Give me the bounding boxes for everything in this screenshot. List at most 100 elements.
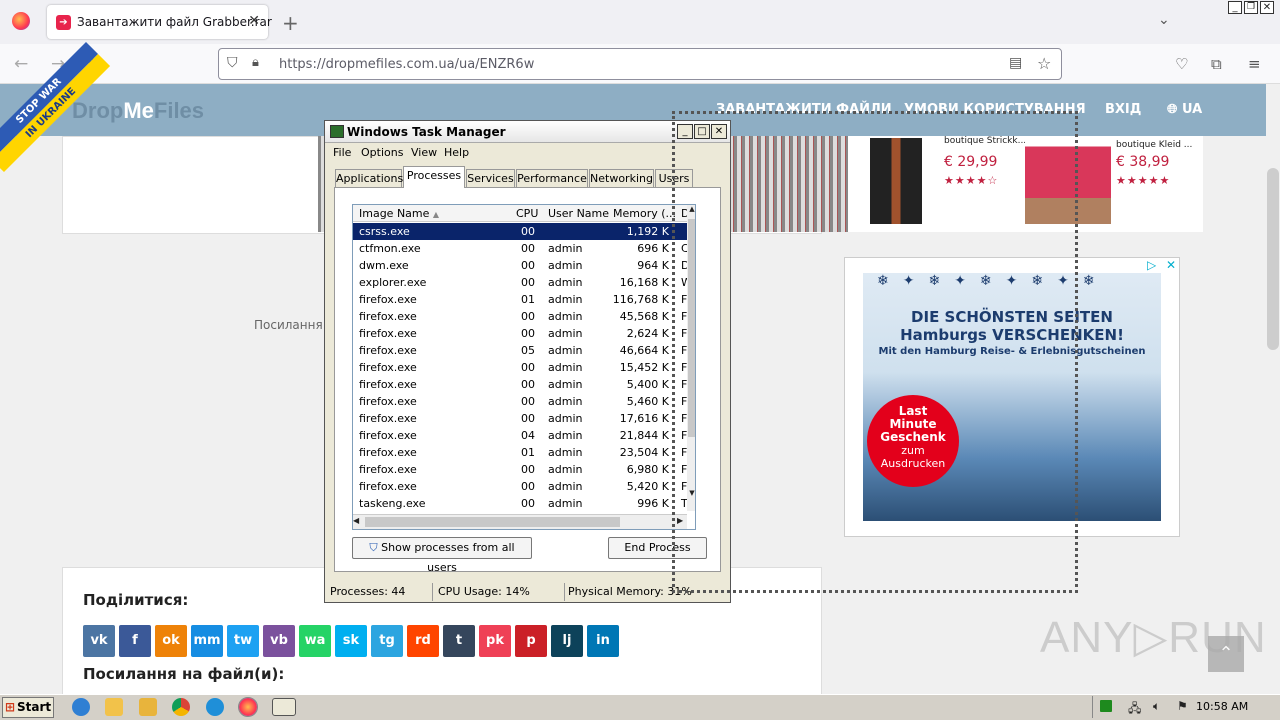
list-tabs-icon[interactable]: ⌄ <box>1158 12 1170 28</box>
process-row[interactable]: firefox.exe 00 admin 15,452 K Fi <box>353 359 690 376</box>
tab-performance[interactable]: Performance <box>516 169 588 187</box>
lock-icon[interactable]: 🔒︎ <box>252 55 259 70</box>
menu-login[interactable]: ВХІД <box>1105 102 1141 117</box>
minimize-icon[interactable]: _ <box>1228 1 1242 14</box>
task-manager-window[interactable]: Windows Task Manager _ □ ✕ File Options … <box>324 120 731 603</box>
process-row[interactable]: csrss.exe 00 1,192 K <box>353 223 687 240</box>
reader-view-icon[interactable]: ▤ <box>1009 55 1022 71</box>
social-button-vb[interactable]: vb <box>263 625 295 657</box>
social-button-in[interactable]: in <box>587 625 619 657</box>
edge-icon[interactable] <box>206 698 224 716</box>
pocket-icon[interactable]: ♡ <box>1175 54 1188 74</box>
product-title[interactable]: boutique Kleid ... <box>1116 140 1192 150</box>
tab-services[interactable]: Services <box>466 169 515 187</box>
social-button-pk[interactable]: pk <box>479 625 511 657</box>
process-row[interactable]: explorer.exe00admin16,168 KW <box>353 274 692 291</box>
extensions-icon[interactable]: ⧉ <box>1211 54 1222 74</box>
social-button-lj[interactable]: lj <box>551 625 583 657</box>
process-row[interactable]: firefox.exe 04 admin 21,844 K Fi <box>353 427 690 444</box>
globe-icon: 🌐︎ <box>1167 102 1182 117</box>
site-logo[interactable]: DropMeFiles <box>72 98 204 124</box>
volume-icon[interactable]: 🔈︎ <box>1153 699 1160 714</box>
process-name: firefox.exe <box>359 395 417 408</box>
social-button-tg[interactable]: tg <box>371 625 403 657</box>
new-tab-icon[interactable]: + <box>282 11 299 35</box>
media-player-icon[interactable] <box>139 698 157 716</box>
task-manager-taskbar-icon[interactable] <box>272 698 296 716</box>
scroll-top-button[interactable]: ⌃ <box>1208 636 1244 672</box>
scrollbar-thumb[interactable] <box>1267 168 1279 350</box>
restore-icon[interactable]: ❐ <box>1244 1 1258 14</box>
process-row[interactable]: firefox.exe 00 admin 6,980 K Fi <box>353 461 690 478</box>
process-row[interactable]: firefox.exe 00 admin 2,624 K Fi <box>353 325 690 342</box>
social-button-p[interactable]: p <box>515 625 547 657</box>
url-text[interactable]: https://dropmefiles.com.ua/ua/ENZR6w <box>279 57 534 72</box>
bookmark-star-icon[interactable]: ☆ <box>1037 54 1051 73</box>
menu-bar: File Options View Help <box>325 143 730 163</box>
adchoices-icon[interactable]: ▷ <box>1147 258 1156 272</box>
tab-processes[interactable]: Processes <box>403 166 465 188</box>
col-image-name[interactable]: Image Name ▲ <box>359 207 439 220</box>
firefox-icon[interactable] <box>12 12 30 30</box>
process-row[interactable]: firefox.exe 00 admin 5,420 K Fi <box>353 478 690 495</box>
social-button-vk[interactable]: vk <box>83 625 115 657</box>
process-row[interactable]: dwm.exe 00 admin 964 KD <box>353 257 689 274</box>
process-row[interactable]: firefox.exe 00 admin 17,616 K Fi <box>353 410 690 427</box>
menu-file[interactable]: File <box>333 146 351 159</box>
clock[interactable]: 10:58 AM <box>1196 700 1248 713</box>
process-row[interactable]: firefox.exe 01 admin 23,504 K Fi <box>353 444 690 461</box>
process-row[interactable]: taskeng.exe 00 admin 996 KT <box>353 495 688 512</box>
language-label: UA <box>1181 102 1203 117</box>
status-bar: Processes: 44 CPU Usage: 14% Physical Me… <box>328 583 728 601</box>
ie-icon[interactable] <box>72 698 90 716</box>
process-user: admin <box>548 412 583 425</box>
col-cpu[interactable]: CPU <box>516 207 538 220</box>
process-row[interactable]: firefox.exe 00 admin 5,460 K Fi <box>353 393 690 410</box>
menu-language[interactable]: 🌐︎ UA <box>1167 102 1202 117</box>
process-row[interactable]: firefox.exe 01 admin 116,768 K Fi <box>353 291 690 308</box>
folder-icon[interactable] <box>105 698 123 716</box>
col-user-name[interactable]: User Name <box>548 207 609 220</box>
social-button-rd[interactable]: rd <box>407 625 439 657</box>
social-button-sk[interactable]: sk <box>335 625 367 657</box>
menu-options[interactable]: Options <box>361 146 403 159</box>
shield-icon[interactable]: ⛉ <box>227 55 238 71</box>
process-row[interactable]: ctfmon.exe 00 admin 696 KC <box>353 240 689 257</box>
ad-close-icon[interactable]: ✕ <box>1166 258 1176 272</box>
menu-icon[interactable]: ≡ <box>1248 54 1261 74</box>
title-bar[interactable]: Windows Task Manager _ □ ✕ <box>325 121 730 143</box>
url-bar[interactable]: ⛉ 🔒︎ https://dropmefiles.com.ua/ua/ENZR6… <box>218 48 1062 80</box>
col-memory[interactable]: Memory (... <box>613 207 676 220</box>
close-window-icon[interactable]: ✕ <box>1260 1 1274 14</box>
menu-view[interactable]: View <box>411 146 437 159</box>
social-button-ok[interactable]: ok <box>155 625 187 657</box>
process-row[interactable]: firefox.exe 00 admin 45,568 K Fi <box>353 308 690 325</box>
menu-help[interactable]: Help <box>444 146 469 159</box>
chrome-icon[interactable] <box>172 698 190 716</box>
list-hscroll-thumb[interactable] <box>365 517 620 527</box>
tray-green-icon[interactable] <box>1100 700 1112 712</box>
firefox-taskbar-icon[interactable] <box>238 697 258 717</box>
flag-icon[interactable]: ⚑ <box>1177 699 1188 713</box>
process-list[interactable]: Image Name ▲ CPU User Name Memory (... D… <box>352 204 696 530</box>
back-icon[interactable]: ← <box>14 54 28 74</box>
process-memory: 116,768 K <box>612 293 669 306</box>
social-button-f[interactable]: f <box>119 625 151 657</box>
tab-networking[interactable]: Networking <box>589 169 654 187</box>
show-all-processes-button[interactable]: ⛉ Show processes from all users <box>352 537 532 574</box>
scroll-left-icon[interactable]: ◀ <box>353 516 363 525</box>
list-horizontal-scrollbar[interactable]: ◀ ▶ <box>353 514 687 529</box>
start-button[interactable]: ⊞ Start <box>2 697 54 718</box>
process-row[interactable]: firefox.exe 00 admin 5,400 K Fi <box>353 376 690 393</box>
social-button-mm[interactable]: mm <box>191 625 223 657</box>
network-icon[interactable]: 🖧︎ <box>1128 699 1141 720</box>
social-button-wa[interactable]: wa <box>299 625 331 657</box>
tab-applications[interactable]: Applications <box>335 169 403 187</box>
browser-tab[interactable]: ➔ Завантажити файл Grabber.rar ✕ <box>47 5 272 39</box>
process-row[interactable]: firefox.exe 05 admin 46,664 K Fi <box>353 342 690 359</box>
social-button-tw[interactable]: tw <box>227 625 259 657</box>
social-button-t[interactable]: t <box>443 625 475 657</box>
process-memory: 46,664 K <box>619 344 669 357</box>
status-divider <box>564 583 565 601</box>
close-tab-icon[interactable]: ✕ <box>248 13 260 29</box>
